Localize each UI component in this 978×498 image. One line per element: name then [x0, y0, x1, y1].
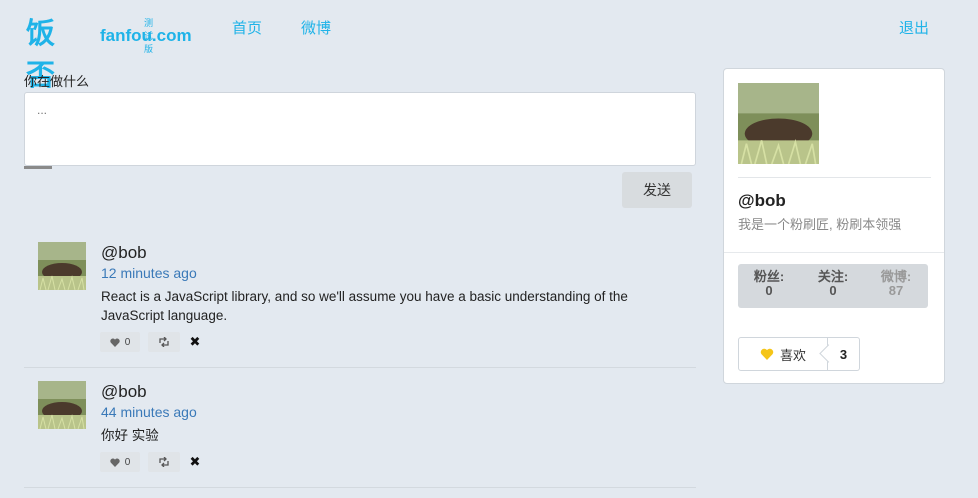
nav-home[interactable]: 首页 [232, 17, 262, 38]
heart-icon [110, 458, 120, 467]
status-time[interactable]: 44 minutes ago [101, 404, 197, 420]
stat-posts[interactable]: 微博: 87 [866, 270, 926, 298]
repost-button[interactable] [148, 452, 180, 472]
stat-label: 粉丝: [753, 269, 785, 284]
status-text: 你好 实验 [101, 428, 159, 443]
divider [724, 252, 944, 253]
timeline-item: @bob 12 minutes ago React is a JavaScrip… [24, 228, 696, 368]
nav-weibo[interactable]: 微博 [301, 17, 331, 38]
timeline-item: @bob 44 minutes ago 你好 实验 0 ✖ [24, 367, 696, 488]
like-count: 0 [124, 336, 131, 348]
composer-prompt: 你在做什么 [24, 74, 90, 89]
delete-icon[interactable]: ✖ [188, 334, 202, 349]
profile-avatar[interactable] [738, 83, 819, 164]
stat-value: 0 [765, 283, 773, 298]
logo-english: fanfou.com [100, 26, 192, 45]
like-button[interactable]: 0 [100, 332, 140, 352]
profile-bio: 我是一个粉刷匠, 粉刷本领强 [738, 217, 902, 232]
status-time[interactable]: 12 minutes ago [101, 265, 197, 281]
divider [738, 177, 931, 178]
profile-stats: 粉丝: 0 关注: 0 微博: 87 [738, 264, 928, 308]
like-label: 喜欢 [779, 347, 806, 363]
status-text: React is a JavaScript library, and so we… [101, 289, 628, 323]
status-input[interactable] [25, 93, 695, 165]
repost-icon [159, 457, 169, 467]
like-profile-button[interactable]: 喜欢 [738, 337, 828, 371]
profile-card: @bob 我是一个粉刷匠, 粉刷本领强 粉丝: 0 关注: 0 微博: 87 喜… [723, 68, 945, 384]
avatar[interactable] [38, 242, 86, 290]
repost-button[interactable] [148, 332, 180, 352]
send-button[interactable]: 发送 [622, 172, 692, 208]
logout-link[interactable]: 退出 [899, 17, 929, 38]
composer-progress-bar [24, 166, 52, 169]
avatar[interactable] [38, 381, 86, 429]
delete-icon[interactable]: ✖ [188, 454, 202, 469]
like-count: 0 [124, 456, 131, 468]
stat-label: 微博: [880, 269, 912, 284]
status-composer [24, 92, 696, 166]
repost-icon [159, 337, 169, 347]
stat-followers[interactable]: 粉丝: 0 [739, 270, 799, 298]
stat-value: 0 [829, 283, 837, 298]
heart-icon [760, 348, 774, 360]
heart-icon [110, 338, 120, 347]
profile-name[interactable]: @bob [738, 191, 786, 211]
stat-value: 87 [888, 283, 904, 298]
status-author[interactable]: @bob [101, 382, 147, 402]
stat-label: 关注: [817, 269, 849, 284]
stat-following[interactable]: 关注: 0 [803, 270, 863, 298]
status-author[interactable]: @bob [101, 243, 147, 263]
like-button[interactable]: 0 [100, 452, 140, 472]
